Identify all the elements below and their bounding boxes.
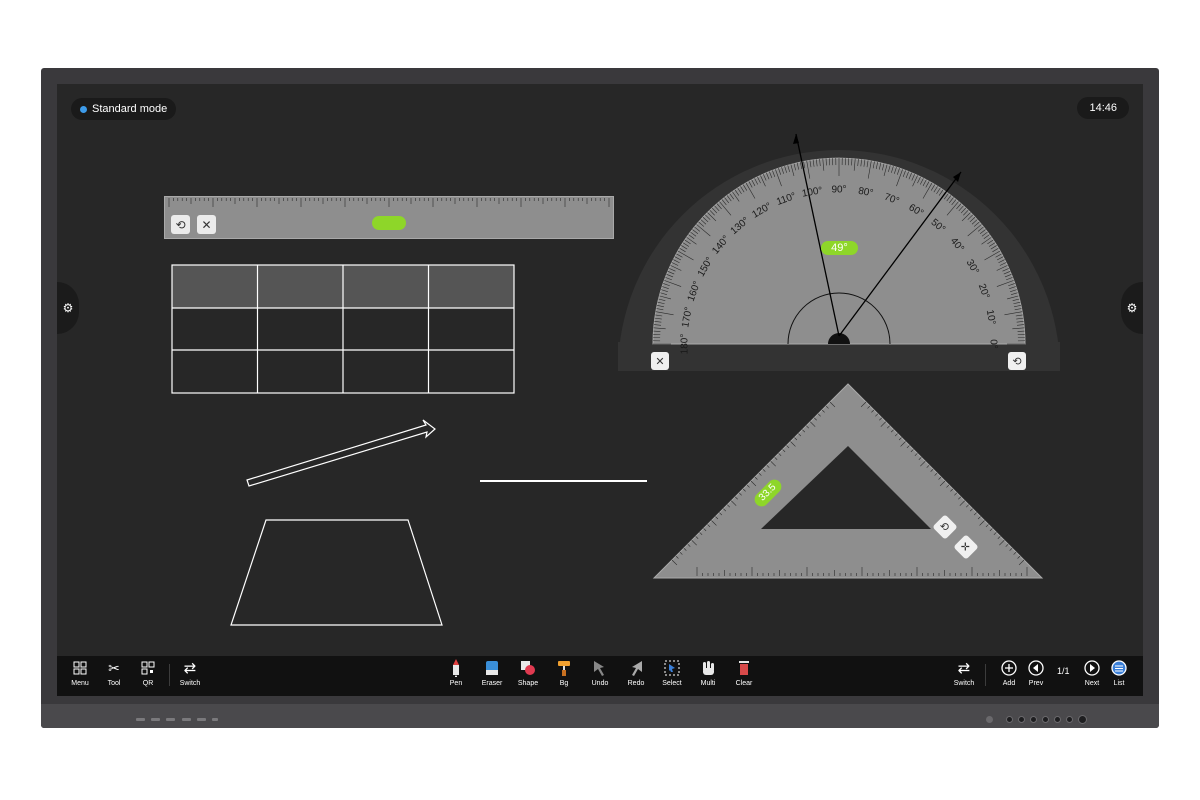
switch-button-right[interactable]: ⇄ Switch <box>946 659 982 693</box>
hardware-button[interactable] <box>1042 716 1049 723</box>
ruler-close-button[interactable]: ✕ <box>197 215 216 234</box>
qr-button[interactable]: QR <box>130 659 166 693</box>
background-brush-icon <box>555 659 573 677</box>
hdmi-port <box>182 718 191 721</box>
protractor-rotate-button[interactable]: ⟲ <box>1008 352 1026 370</box>
bottom-toolbar: Menu ✂ Tool QR ⇄ Switch Pen Eraser Shape… <box>57 656 1143 696</box>
power-led <box>986 716 993 723</box>
protractor-degree-label: 180° <box>680 334 691 355</box>
eraser-icon <box>483 659 501 677</box>
whiteboard-screen[interactable]: 180° 170° 160° 150° 140° 130° 120° 110° 100° 90° 8… <box>57 84 1143 696</box>
shape-button[interactable]: Shape <box>510 659 546 693</box>
undo-button[interactable]: Undo <box>582 659 618 693</box>
close-icon: ✕ <box>655 355 665 368</box>
drawn-table <box>171 264 515 394</box>
hardware-button[interactable] <box>1066 716 1073 723</box>
usb-port <box>151 718 160 721</box>
drawn-arrow <box>246 419 436 487</box>
pen-button[interactable]: Pen <box>438 659 474 693</box>
multi-button[interactable]: Multi <box>690 659 726 693</box>
mode-label: Standard mode <box>92 103 168 115</box>
menu-button[interactable]: Menu <box>62 659 98 693</box>
protractor-degree-label: 0° <box>987 339 998 349</box>
ruler-scale <box>168 198 610 207</box>
audio-port <box>212 718 218 721</box>
tool-button[interactable]: ✂ Tool <box>96 659 132 693</box>
background-button[interactable]: Bg <box>546 659 582 693</box>
switch-icon: ⇄ <box>957 660 971 677</box>
add-page-icon <box>1000 659 1018 677</box>
eraser-button[interactable]: Eraser <box>474 659 510 693</box>
power-button[interactable] <box>1078 715 1087 724</box>
rotate-icon: ⟲ <box>175 217 186 232</box>
switch-icon: ⇄ <box>183 660 197 677</box>
switch-button-left[interactable]: ⇄ Switch <box>172 659 208 693</box>
undo-icon <box>591 659 609 677</box>
menu-grid-icon <box>71 659 89 677</box>
gear-icon: ⚙ <box>62 301 74 315</box>
qr-code-icon <box>139 659 157 677</box>
toolbar-separator <box>985 664 986 686</box>
select-button[interactable]: Select <box>654 659 690 693</box>
hardware-button[interactable] <box>1006 716 1013 723</box>
page-list-button[interactable]: List <box>1101 659 1137 693</box>
shape-icon <box>519 659 537 677</box>
toolbar-separator <box>169 664 170 686</box>
prev-page-icon <box>1027 659 1045 677</box>
multi-touch-icon <box>699 659 717 677</box>
clock: 14:46 <box>1077 97 1129 119</box>
redo-icon <box>627 659 645 677</box>
ruler-tool[interactable]: ⟲ ✕ <box>164 196 614 239</box>
protractor-degree-label: 90° <box>831 185 846 196</box>
pen-icon <box>447 659 465 677</box>
hdmi-port <box>197 718 206 721</box>
ruler-length-tag[interactable] <box>372 216 406 230</box>
protractor-angle-tag[interactable]: 49° <box>821 241 858 255</box>
close-icon: ✕ <box>201 217 212 232</box>
page-indicator: 1/1 <box>1057 666 1070 676</box>
prev-page-button[interactable]: Prev <box>1018 659 1054 693</box>
tools-icon: ✂ <box>108 659 120 676</box>
hardware-button[interactable] <box>1018 716 1025 723</box>
move-icon: ✛ <box>961 541 971 554</box>
drawn-trapezoid <box>230 519 443 626</box>
gear-icon: ⚙ <box>1126 301 1138 315</box>
mode-indicator[interactable]: Standard mode <box>71 98 177 120</box>
clear-button[interactable]: Clear <box>726 659 762 693</box>
rotate-icon: ⟲ <box>940 521 950 534</box>
hardware-button[interactable] <box>1054 716 1061 723</box>
next-page-icon <box>1083 659 1101 677</box>
mode-status-dot <box>80 105 87 113</box>
protractor-close-button[interactable]: ✕ <box>651 352 669 370</box>
set-square-tool <box>652 383 1044 579</box>
hardware-button[interactable] <box>1030 716 1037 723</box>
usb-port <box>166 718 175 721</box>
rotate-icon: ⟲ <box>1012 355 1022 368</box>
select-icon <box>663 659 681 677</box>
drawing-canvas[interactable]: 180°170°160°150°140°130°120°110° 100° 90° 8… <box>57 84 1143 696</box>
usb-port <box>136 718 145 721</box>
redo-button[interactable]: Redo <box>618 659 654 693</box>
clear-icon <box>735 659 753 677</box>
ruler-rotate-button[interactable]: ⟲ <box>171 215 190 234</box>
page-list-icon <box>1110 659 1128 677</box>
